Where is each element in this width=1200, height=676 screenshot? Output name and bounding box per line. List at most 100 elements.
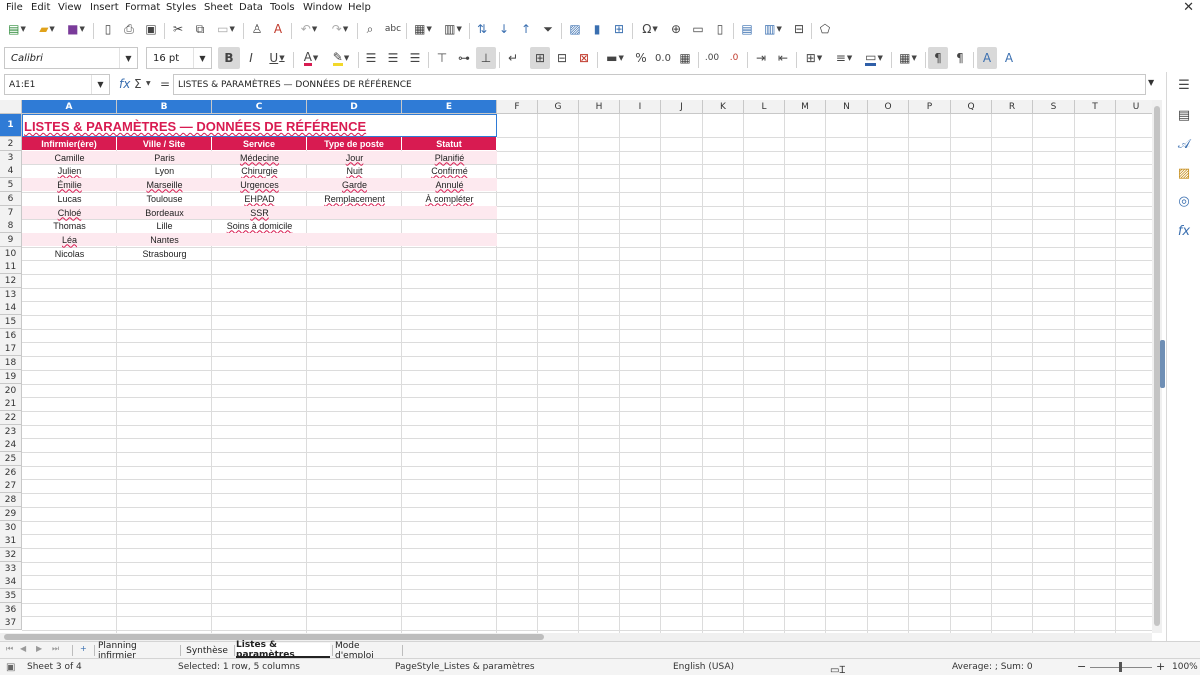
sidebar-resize-handle[interactable] xyxy=(1160,340,1165,388)
table-cell[interactable]: Émilie xyxy=(22,178,117,191)
row-header-34[interactable]: 34 xyxy=(0,575,22,589)
align-left-icon[interactable]: ☰ xyxy=(361,47,381,69)
border-color-icon[interactable]: ▭ ▼ xyxy=(860,47,888,69)
font-name-combobox[interactable]: Calibri ▼ xyxy=(4,47,138,69)
row-header-20[interactable]: 20 xyxy=(0,384,22,398)
tab-listes-parametres[interactable]: Listes & paramètres xyxy=(236,640,330,660)
header-footer-icon[interactable]: ▯ xyxy=(710,18,730,40)
column-header-s[interactable]: S xyxy=(1033,100,1075,114)
sidebar-menu-icon[interactable]: ☰ xyxy=(1175,76,1193,94)
chevron-down-icon[interactable]: ▼ xyxy=(146,80,151,87)
export-pdf-icon[interactable]: ▯ xyxy=(98,18,118,40)
pivot-table-icon[interactable]: ⊞ xyxy=(609,18,629,40)
text-vertical-icon[interactable]: A xyxy=(999,47,1019,69)
row-header-18[interactable]: 18 xyxy=(0,356,22,370)
column-header-m[interactable]: M xyxy=(785,100,826,114)
undo-icon[interactable]: ↶ ▼ xyxy=(295,18,323,40)
new-document-icon[interactable]: ▤ ▼ xyxy=(4,18,30,40)
define-print-area-icon[interactable]: ▤ xyxy=(737,18,757,40)
select-all-corner[interactable] xyxy=(0,100,22,114)
row-header-33[interactable]: 33 xyxy=(0,562,22,576)
menu-window[interactable]: Window xyxy=(303,2,342,13)
column-header-a[interactable]: A xyxy=(22,100,117,114)
underline-button[interactable]: U ▼ xyxy=(263,47,291,69)
delete-decimal-button[interactable]: .0 xyxy=(724,47,744,69)
right-to-left-icon[interactable]: ¶ xyxy=(950,47,970,69)
table-cell[interactable]: Chirurgie xyxy=(212,164,307,177)
selection-mode-icon[interactable]: ▭Ɪ xyxy=(830,662,845,676)
left-to-right-icon[interactable]: ¶ xyxy=(928,47,948,69)
number-format-button[interactable]: 0.0 xyxy=(653,47,673,69)
percent-format-button[interactable]: % xyxy=(631,47,651,69)
row-header-8[interactable]: 8 xyxy=(0,219,22,233)
row-header-26[interactable]: 26 xyxy=(0,466,22,480)
table-cell[interactable]: Remplacement xyxy=(307,192,402,205)
wrap-text-icon[interactable]: ↵ xyxy=(503,47,523,69)
bold-button[interactable]: B xyxy=(218,47,240,69)
styles-icon[interactable]: 𝒜 xyxy=(1175,135,1193,153)
insert-chart-icon[interactable]: ▮ xyxy=(587,18,607,40)
date-format-icon[interactable]: ▦ xyxy=(675,47,695,69)
chevron-down-icon[interactable]: ▼ xyxy=(193,48,211,68)
sum-icon[interactable]: Σ xyxy=(134,77,142,91)
row-header-19[interactable]: 19 xyxy=(0,370,22,384)
zoom-level[interactable]: 100% xyxy=(1172,662,1198,672)
clone-formatting-icon[interactable]: ♙ xyxy=(247,18,267,40)
column-header-g[interactable]: G xyxy=(538,100,579,114)
clear-formatting-icon[interactable]: A xyxy=(268,18,288,40)
menu-tools[interactable]: Tools xyxy=(270,2,295,13)
row-header-29[interactable]: 29 xyxy=(0,507,22,521)
column-header-q[interactable]: Q xyxy=(951,100,992,114)
column-header-b[interactable]: B xyxy=(117,100,212,114)
column-header-c[interactable]: C xyxy=(212,100,307,114)
next-sheet-icon[interactable]: ▶ xyxy=(36,644,42,653)
tab-planning-infirmier[interactable]: Planning infirmier xyxy=(98,641,174,661)
decrease-indent-icon[interactable]: ⇤ xyxy=(773,47,793,69)
table-cell[interactable]: Confirmé xyxy=(402,164,497,177)
menu-file[interactable]: File xyxy=(6,2,23,13)
chevron-down-icon[interactable]: ▼ xyxy=(91,75,109,94)
save-icon[interactable]: ■ ▼ xyxy=(63,18,89,40)
gallery-icon[interactable]: ▨ xyxy=(1175,164,1193,182)
table-cell[interactable]: Chloé xyxy=(22,206,117,219)
table-cell[interactable]: Soins à domicile xyxy=(212,219,307,232)
align-right-icon[interactable]: ☰ xyxy=(405,47,425,69)
navigator-icon[interactable]: ◎ xyxy=(1175,192,1193,210)
unmerge-cells-icon[interactable]: ⊠ xyxy=(574,47,594,69)
table-cell[interactable]: À compléter xyxy=(402,192,497,205)
table-header-cell[interactable]: Service xyxy=(212,137,307,150)
table-cell[interactable]: Toulouse xyxy=(117,192,212,205)
row-header-35[interactable]: 35 xyxy=(0,589,22,603)
table-cell[interactable]: Lucas xyxy=(22,192,117,205)
row-header-32[interactable]: 32 xyxy=(0,548,22,562)
column-header-p[interactable]: P xyxy=(909,100,951,114)
chevron-down-icon[interactable]: ▼ xyxy=(119,48,137,68)
print-icon[interactable]: ⎙ xyxy=(119,18,139,40)
column-header-e[interactable]: E xyxy=(402,100,497,114)
insert-image-icon[interactable]: ▨ xyxy=(565,18,585,40)
copy-icon[interactable]: ⧉ xyxy=(190,18,210,40)
sort-icon[interactable]: ⇅ xyxy=(472,18,492,40)
formula-equals-icon[interactable]: = xyxy=(160,77,170,91)
column-header-o[interactable]: O xyxy=(868,100,909,114)
table-cell[interactable]: Planifié xyxy=(402,151,497,164)
row-header-30[interactable]: 30 xyxy=(0,521,22,535)
menu-format[interactable]: Format xyxy=(125,2,160,13)
page-style[interactable]: PageStyle_Listes & paramètres xyxy=(395,662,535,672)
close-document-icon[interactable]: ✕ xyxy=(1183,0,1194,15)
align-bottom-icon[interactable]: ⊥ xyxy=(476,47,496,69)
increase-indent-icon[interactable]: ⇥ xyxy=(751,47,771,69)
properties-icon[interactable]: ▤ xyxy=(1175,106,1193,124)
split-window-icon[interactable]: ⊟ xyxy=(789,18,809,40)
functions-icon[interactable]: fx xyxy=(1175,222,1193,240)
merge-center-icon[interactable]: ⊞ xyxy=(530,47,550,69)
table-cell[interactable]: Nantes xyxy=(117,233,212,246)
column-header-t[interactable]: T xyxy=(1075,100,1116,114)
table-cell[interactable]: Julien xyxy=(22,164,117,177)
table-cell[interactable]: Thomas xyxy=(22,219,117,232)
row-header-31[interactable]: 31 xyxy=(0,534,22,548)
spelling-icon[interactable]: abc xyxy=(382,18,404,40)
table-header-cell[interactable]: Type de poste xyxy=(307,137,402,150)
language-indicator[interactable]: English (USA) xyxy=(673,662,734,672)
row-header-25[interactable]: 25 xyxy=(0,452,22,466)
